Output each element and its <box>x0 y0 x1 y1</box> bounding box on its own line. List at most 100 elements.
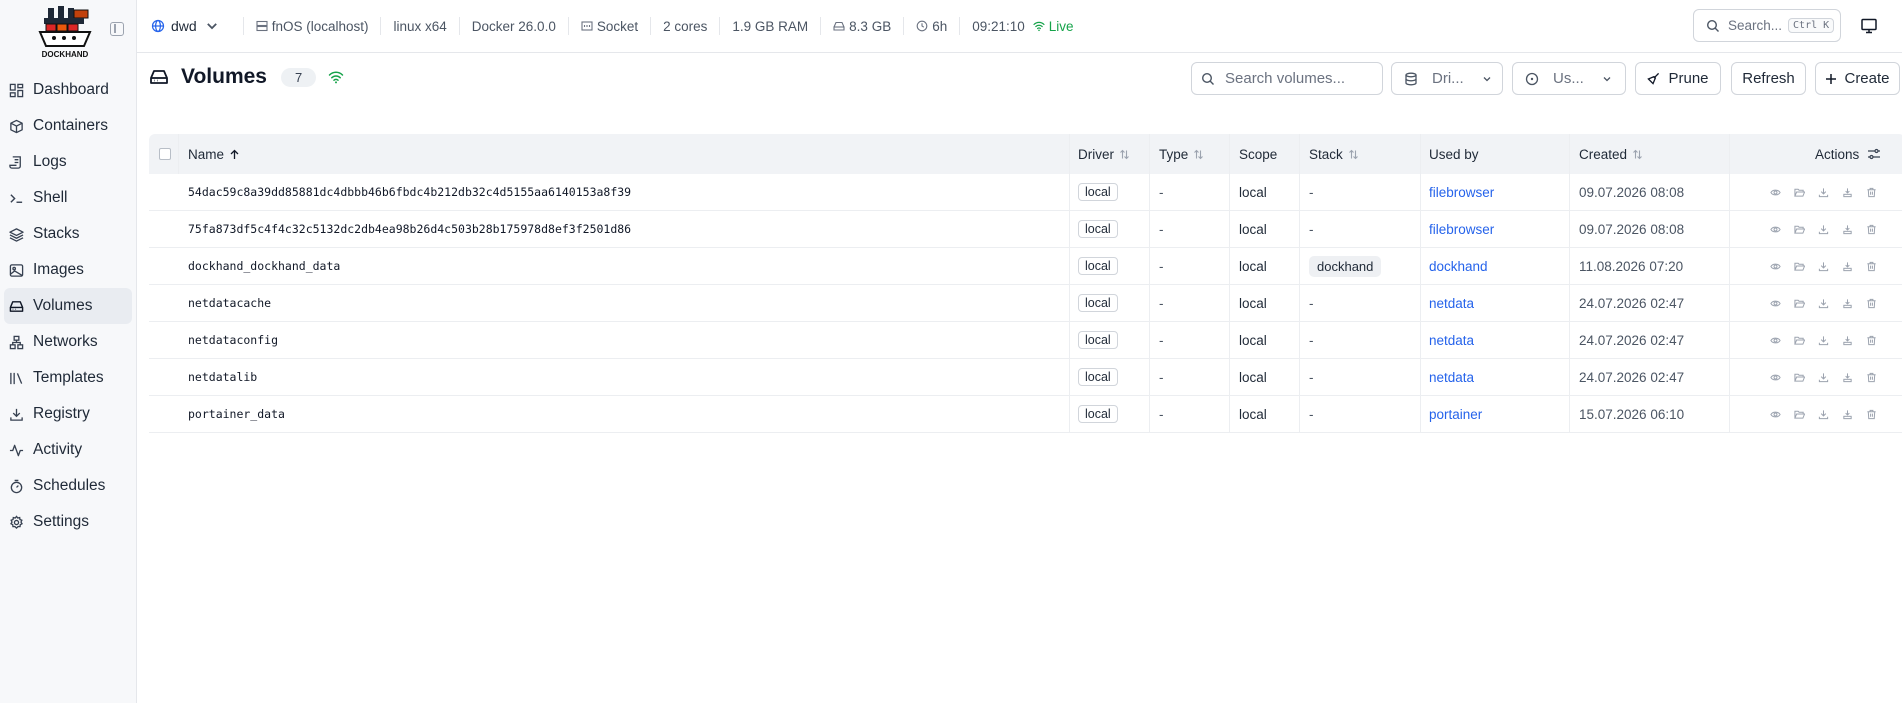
download-icon[interactable] <box>1818 298 1829 309</box>
table-row[interactable]: 75fa873df5c4f4c32c5132dc2db4ea98b26d4c50… <box>149 211 1902 248</box>
volume-name[interactable]: dockhand_dockhand_data <box>188 259 340 273</box>
time-live: 09:21:10 Live <box>959 17 1085 35</box>
sidebar-item-networks[interactable]: Networks <box>0 324 132 360</box>
table-row[interactable]: dockhand_dockhand_data local - local doc… <box>149 248 1902 285</box>
used-by-link[interactable]: netdata <box>1429 333 1474 348</box>
environment-selector[interactable]: dwd <box>151 18 225 34</box>
monitor-icon[interactable] <box>1860 17 1878 35</box>
scope-value: local <box>1239 295 1267 311</box>
volume-name[interactable]: netdatalib <box>188 370 257 384</box>
row-actions <box>1770 285 1890 321</box>
export-icon[interactable] <box>1842 409 1853 420</box>
column-header-stack[interactable]: Stack <box>1309 134 1359 174</box>
column-header-type[interactable]: Type <box>1159 134 1204 174</box>
download-icon[interactable] <box>1818 224 1829 235</box>
sidebar-item-settings[interactable]: Settings <box>0 504 132 540</box>
table-row[interactable]: 54dac59c8a39dd85881dc4dbbb46b6fbdc4b212d… <box>149 174 1902 211</box>
column-settings-icon[interactable] <box>1867 147 1881 161</box>
refresh-button[interactable]: Refresh <box>1731 62 1806 95</box>
table-row[interactable]: netdatacache local - local - netdata 24.… <box>149 285 1902 322</box>
folder-open-icon[interactable] <box>1794 298 1805 309</box>
trash-icon[interactable] <box>1866 335 1877 346</box>
eye-icon[interactable] <box>1770 261 1781 272</box>
download-icon[interactable] <box>1818 335 1829 346</box>
folder-open-icon[interactable] <box>1794 335 1805 346</box>
sidebar-item-activity[interactable]: Activity <box>0 432 132 468</box>
table-row[interactable]: portainer_data local - local - portainer… <box>149 396 1902 433</box>
usage-filter-select[interactable]: Us... <box>1512 62 1626 95</box>
folder-open-icon[interactable] <box>1794 261 1805 272</box>
eye-icon[interactable] <box>1770 409 1781 420</box>
download-icon[interactable] <box>1818 187 1829 198</box>
column-header-driver[interactable]: Driver <box>1078 134 1130 174</box>
volume-search-input[interactable]: Search volumes... <box>1191 62 1383 95</box>
eye-icon[interactable] <box>1770 372 1781 383</box>
volume-name[interactable]: 54dac59c8a39dd85881dc4dbbb46b6fbdc4b212d… <box>188 185 631 199</box>
used-by-link[interactable]: netdata <box>1429 370 1474 385</box>
globe-icon <box>151 19 165 33</box>
sidebar-item-shell[interactable]: Shell <box>0 180 132 216</box>
export-icon[interactable] <box>1842 372 1853 383</box>
trash-icon[interactable] <box>1866 224 1877 235</box>
sidebar-item-containers[interactable]: Containers <box>0 108 132 144</box>
circle-dot-icon <box>1525 72 1539 85</box>
create-button[interactable]: Create <box>1815 62 1900 95</box>
used-by-link[interactable]: portainer <box>1429 407 1482 422</box>
trash-icon[interactable] <box>1866 261 1877 272</box>
sidebar-item-label: Shell <box>33 189 68 206</box>
export-icon[interactable] <box>1842 298 1853 309</box>
folder-open-icon[interactable] <box>1794 224 1805 235</box>
sidebar-item-images[interactable]: Images <box>0 252 132 288</box>
sidebar-item-schedules[interactable]: Schedules <box>0 468 132 504</box>
used-by-link[interactable]: dockhand <box>1429 259 1488 274</box>
export-icon[interactable] <box>1842 335 1853 346</box>
volume-name[interactable]: portainer_data <box>188 407 285 421</box>
column-header-created[interactable]: Created <box>1579 134 1643 174</box>
volume-name[interactable]: netdataconfig <box>188 333 278 347</box>
download-icon[interactable] <box>1818 372 1829 383</box>
type-value: - <box>1159 221 1164 237</box>
driver-filter-select[interactable]: Dri... <box>1391 62 1503 95</box>
volume-name[interactable]: netdatacache <box>188 296 271 310</box>
eye-icon[interactable] <box>1770 187 1781 198</box>
eye-icon[interactable] <box>1770 335 1781 346</box>
sidebar-item-label: Registry <box>33 405 90 422</box>
folder-open-icon[interactable] <box>1794 372 1805 383</box>
prune-button[interactable]: Prune <box>1635 62 1721 95</box>
sidebar-collapse-button[interactable] <box>110 22 124 36</box>
docker-version: Docker 26.0.0 <box>458 17 568 35</box>
type-value: - <box>1159 258 1164 274</box>
export-icon[interactable] <box>1842 224 1853 235</box>
volume-name[interactable]: 75fa873df5c4f4c32c5132dc2db4ea98b26d4c50… <box>188 222 631 236</box>
download-icon[interactable] <box>1818 409 1829 420</box>
sidebar-item-volumes[interactable]: Volumes <box>4 288 132 324</box>
sidebar-item-stacks[interactable]: Stacks <box>0 216 132 252</box>
column-header-name[interactable]: Name <box>188 134 240 174</box>
download-icon[interactable] <box>1818 261 1829 272</box>
trash-icon[interactable] <box>1866 298 1877 309</box>
table-row[interactable]: netdatalib local - local - netdata 24.07… <box>149 359 1902 396</box>
export-icon[interactable] <box>1842 261 1853 272</box>
table-row[interactable]: netdataconfig local - local - netdata 24… <box>149 322 1902 359</box>
eye-icon[interactable] <box>1770 224 1781 235</box>
select-all-checkbox[interactable] <box>159 134 171 174</box>
sidebar-item-dashboard[interactable]: Dashboard <box>0 72 132 108</box>
trash-icon[interactable] <box>1866 187 1877 198</box>
export-icon[interactable] <box>1842 187 1853 198</box>
used-by-link[interactable]: netdata <box>1429 296 1474 311</box>
clock-time: 09:21:10 <box>972 18 1025 34</box>
sidebar-item-registry[interactable]: Registry <box>0 396 132 432</box>
trash-icon[interactable] <box>1866 372 1877 383</box>
sidebar-item-templates[interactable]: Templates <box>0 360 132 396</box>
dockhand-logo[interactable]: DOCKHAND <box>36 4 94 60</box>
disk-icon <box>833 21 845 31</box>
sidebar-item-logs[interactable]: Logs <box>0 144 132 180</box>
used-by-link[interactable]: filebrowser <box>1429 185 1494 200</box>
trash-icon[interactable] <box>1866 409 1877 420</box>
main-content: dwd fnOS (localhost) linux x64 Docker 26… <box>137 0 1902 703</box>
folder-open-icon[interactable] <box>1794 187 1805 198</box>
global-search[interactable]: Search... Ctrl K <box>1693 9 1841 42</box>
used-by-link[interactable]: filebrowser <box>1429 222 1494 237</box>
eye-icon[interactable] <box>1770 298 1781 309</box>
folder-open-icon[interactable] <box>1794 409 1805 420</box>
